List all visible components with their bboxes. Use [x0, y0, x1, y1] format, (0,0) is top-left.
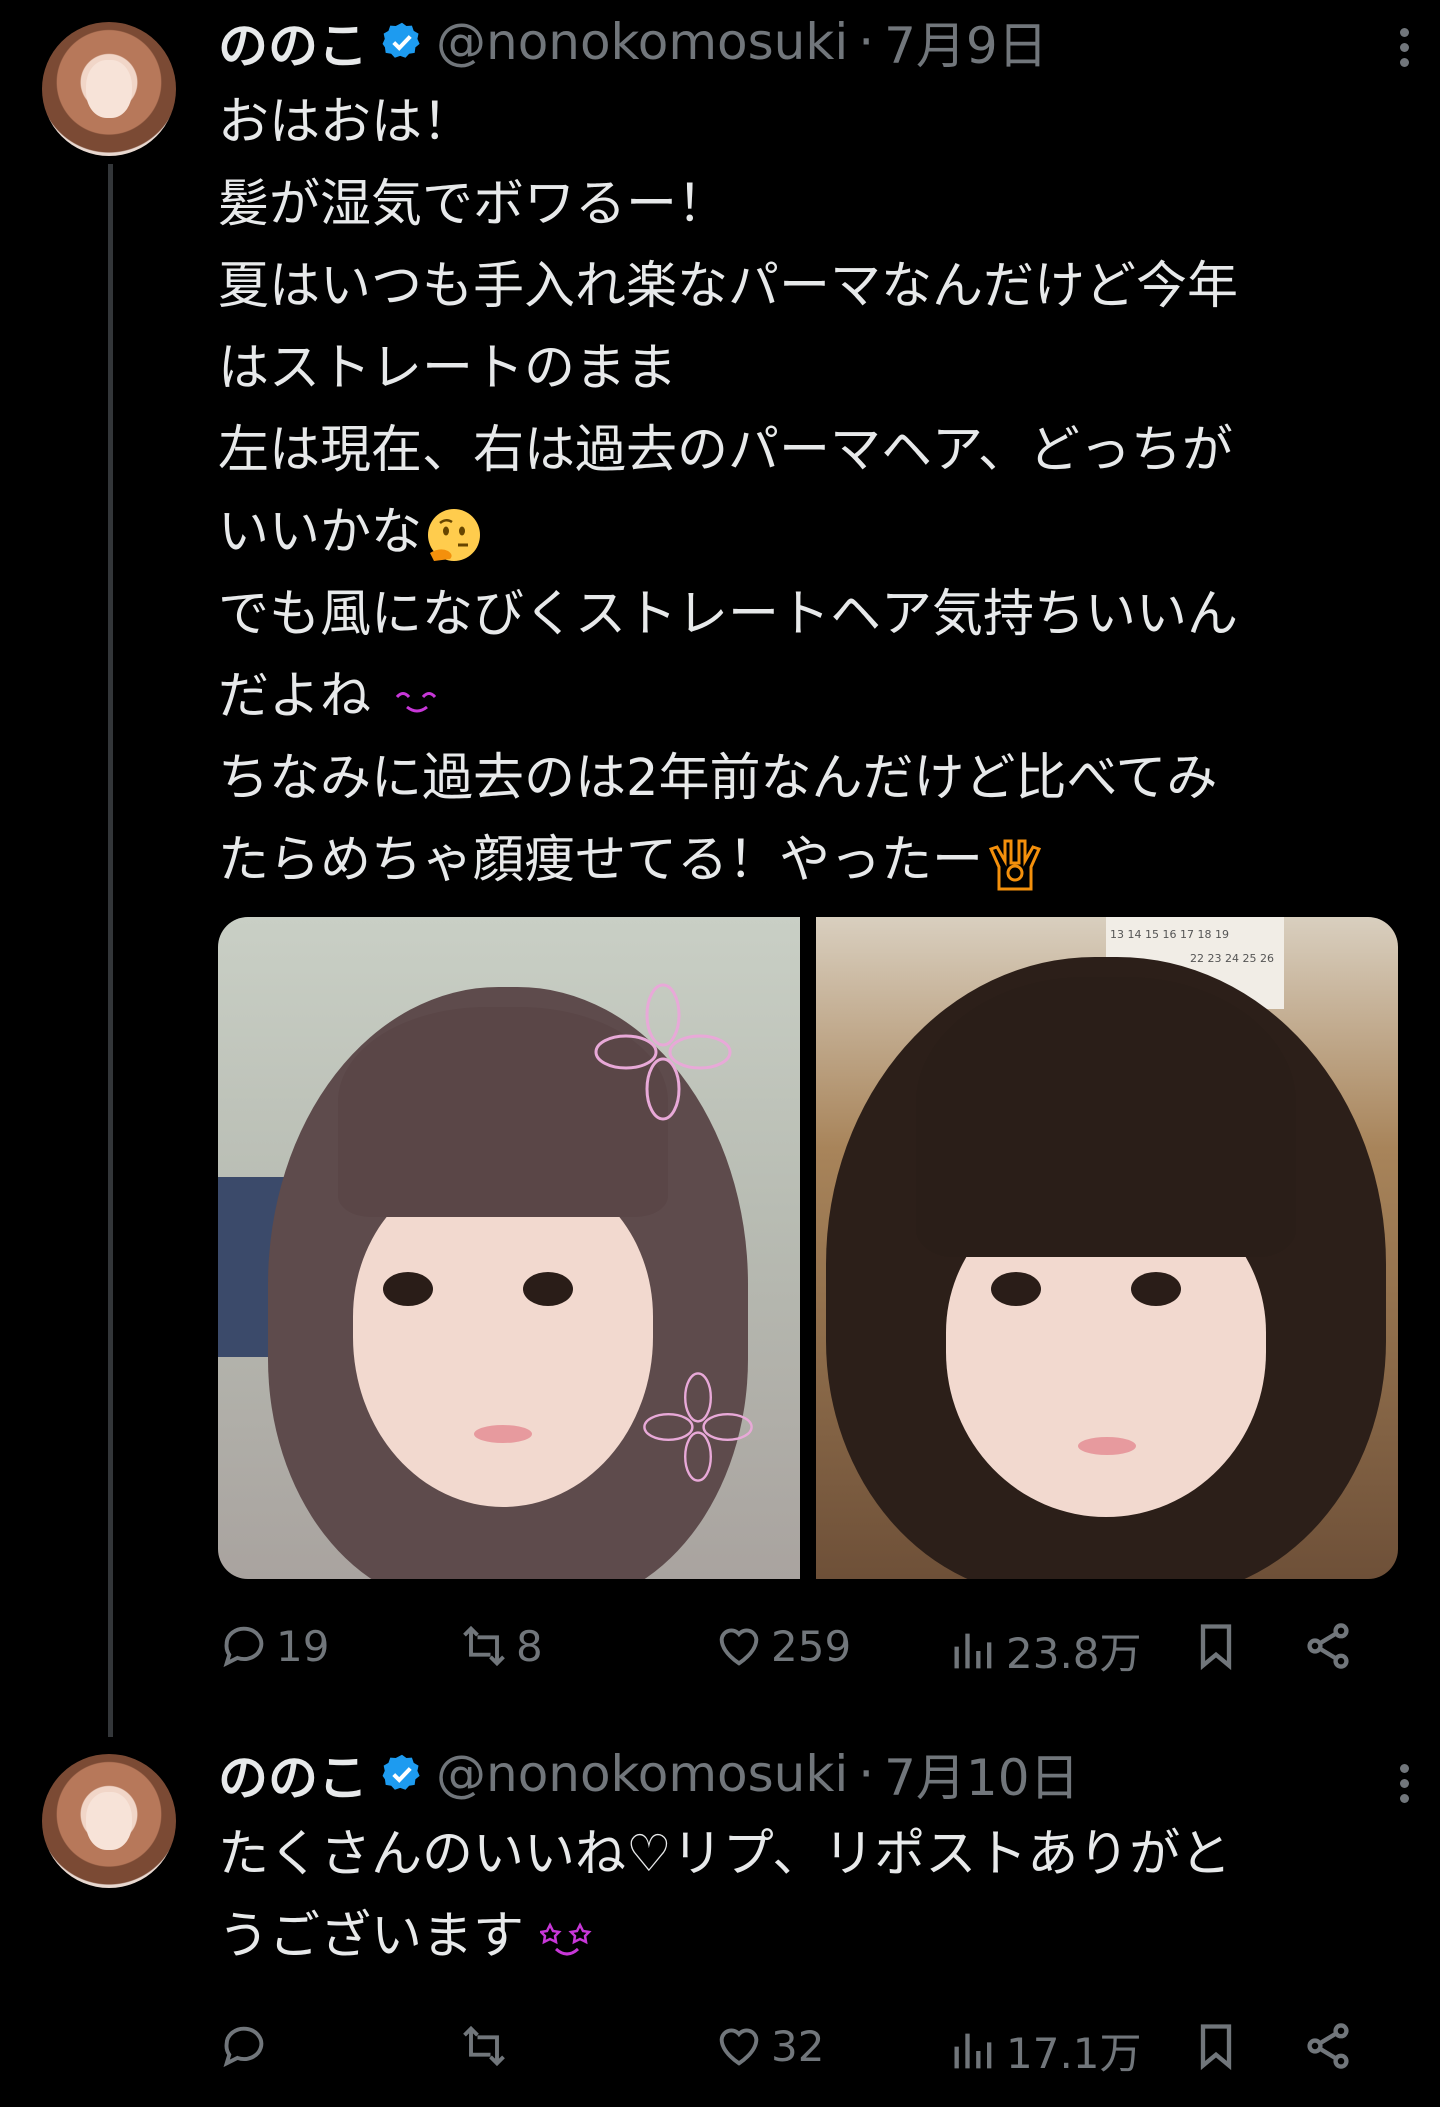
view-count: 17.1万 — [1006, 2029, 1142, 2078]
text-line-with-emoji: だよね — [218, 656, 1398, 738]
verified-badge-icon — [382, 22, 420, 58]
separator: · — [858, 13, 875, 71]
share-button[interactable] — [1302, 2020, 1354, 2072]
tweet[interactable]: ののこ @nonokomosuki · 7月10日 たくさんのいいね♡リプ、リポ… — [0, 1740, 1440, 2107]
eye — [991, 1272, 1041, 1306]
reply-count: 19 — [276, 1621, 330, 1671]
verified-badge-icon — [382, 1754, 420, 1790]
text-line: 左は現在、右は過去のパーマヘア、どっちが — [218, 421, 1233, 480]
thinking-face-emoji — [428, 509, 481, 561]
bookmark-icon — [1200, 2024, 1232, 2071]
tweet-header: ののこ @nonokomosuki · 7月10日 — [218, 1744, 1080, 1807]
display-name[interactable]: ののこ — [218, 1738, 368, 1810]
star-struck-face-emoji — [540, 1922, 592, 1956]
reply-button[interactable]: 19 — [218, 1620, 329, 1672]
text-line-with-emoji: たらめちゃ顔痩せてる！やったー — [218, 820, 1398, 902]
more-options-icon[interactable] — [1400, 28, 1414, 67]
heart-icon — [719, 1628, 759, 1666]
text-line-with-emoji: いいかな — [218, 492, 1398, 574]
lips — [1078, 1437, 1136, 1455]
eye — [1131, 1272, 1181, 1306]
share-icon — [1307, 2023, 1349, 2069]
share-button[interactable] — [1302, 1620, 1354, 1672]
text-line: 夏はいつも手入れ楽なパーマなんだけど今年 — [218, 257, 1239, 316]
share-icon — [1307, 1623, 1349, 1669]
like-button[interactable]: 32 — [713, 2020, 824, 2072]
text-line: はストレートのまま — [218, 339, 678, 398]
tweet-actions: 32 17.1万 — [218, 2020, 1408, 2090]
bookmark-icon — [1200, 1624, 1232, 1671]
views-chart-icon — [954, 1633, 992, 1668]
photo-current-straight-hair[interactable] — [218, 917, 800, 1579]
repost-button[interactable]: 8 — [458, 1620, 543, 1672]
repost-icon — [463, 1625, 505, 1667]
tweet-text: たくさんのいいね♡リプ、リポストありがと うございます — [218, 1814, 1398, 1978]
view-count: 23.8万 — [1006, 1629, 1142, 1678]
face — [353, 1167, 653, 1507]
text-line: でも風になびくストレートヘア気持ちいいん — [218, 585, 1239, 644]
eye — [523, 1272, 573, 1306]
flower-doodle-icon — [643, 1372, 753, 1482]
repost-button[interactable] — [458, 2020, 516, 2072]
reply-icon — [223, 2026, 264, 2068]
handle[interactable]: @nonokomosuki — [436, 1745, 848, 1803]
more-options-icon[interactable] — [1400, 1764, 1414, 1803]
tweet[interactable]: ののこ @nonokomosuki · 7月9日 おはおは！ 髪が湿気でボワるー… — [0, 0, 1440, 1740]
display-name[interactable]: ののこ — [218, 6, 368, 78]
views-chart-icon — [954, 2033, 992, 2068]
text-line: たらめちゃ顔痩せてる！やったー — [218, 831, 984, 890]
eye — [383, 1272, 433, 1306]
tweet-header: ののこ @nonokomosuki · 7月9日 — [218, 12, 1048, 75]
separator: · — [858, 1745, 875, 1803]
flower-doodle-icon — [594, 983, 732, 1121]
views-button[interactable]: 23.8万 — [948, 1620, 1142, 1681]
avatar[interactable] — [42, 1754, 176, 1888]
text-line: おはおは！ — [218, 93, 474, 152]
text-line: たくさんのいいね♡リプ、リポストありがと — [218, 1825, 1232, 1884]
tweet-text: おはおは！ 髪が湿気でボワるー！ 夏はいつも手入れ楽なパーマなんだけど今年 はス… — [218, 82, 1398, 902]
reply-icon — [223, 1626, 264, 1668]
like-button[interactable]: 259 — [713, 1620, 851, 1672]
smiling-eyes-emoji — [396, 692, 437, 713]
bookmark-button[interactable] — [1190, 1620, 1242, 1672]
bangs — [916, 977, 1296, 1257]
bookmark-button[interactable] — [1190, 2020, 1242, 2072]
media-grid[interactable]: 13 14 15 16 17 18 19 22 23 24 25 26 — [218, 917, 1398, 1579]
text-line-with-emoji: うございます — [218, 1896, 1398, 1978]
text-line: いいかな — [218, 503, 423, 562]
repost-count: 8 — [516, 1621, 543, 1671]
like-count: 259 — [771, 1621, 852, 1671]
avatar[interactable] — [42, 22, 176, 156]
like-count: 32 — [771, 2021, 825, 2071]
reply-button[interactable] — [218, 2020, 276, 2072]
text-line: だよね — [218, 667, 372, 726]
repost-icon — [463, 2025, 505, 2067]
calendar-row: 13 14 15 16 17 18 19 — [1110, 928, 1229, 941]
heart-icon — [719, 2028, 759, 2066]
handle[interactable]: @nonokomosuki — [436, 13, 848, 71]
photo-past-perm-hair[interactable]: 13 14 15 16 17 18 19 22 23 24 25 26 — [816, 917, 1398, 1579]
text-line: 髪が湿気でボワるー！ — [218, 175, 729, 234]
text-line: ちなみに過去のは2年前なんだけど比べてみ — [218, 749, 1218, 808]
text-line: うございます — [218, 1907, 525, 1966]
raising-hands-emoji — [988, 839, 1042, 891]
timestamp[interactable]: 7月10日 — [884, 1738, 1079, 1810]
lips — [474, 1425, 532, 1443]
views-button[interactable]: 17.1万 — [948, 2020, 1142, 2081]
tweet-actions: 19 8 259 23.8万 — [218, 1620, 1408, 1690]
timestamp[interactable]: 7月9日 — [884, 6, 1048, 78]
